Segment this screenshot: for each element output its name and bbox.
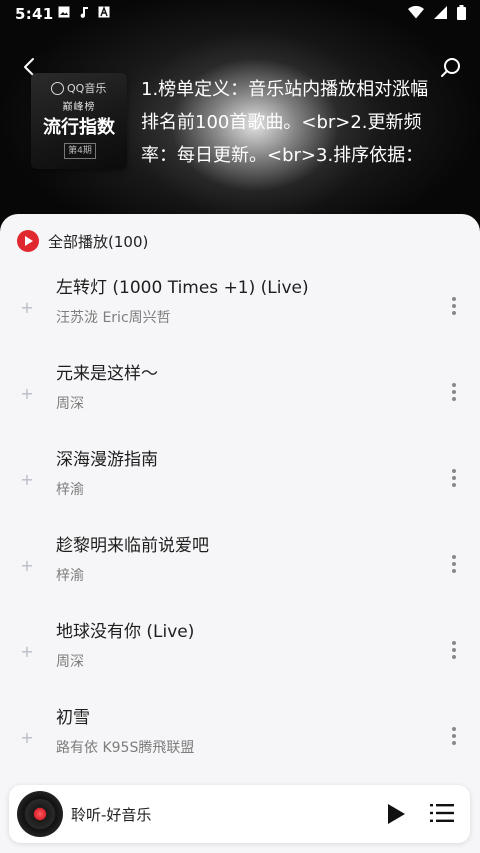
- qq-music-logo-icon: [51, 81, 64, 95]
- song-artist: 周深: [56, 654, 84, 670]
- playlist-description[interactable]: 1.榜单定义：音乐站内播放相对涨幅排名前100首歌曲。<br>2.更新频率：每日…: [141, 73, 441, 172]
- album-disc-icon[interactable]: [17, 791, 63, 837]
- song-title: 地球没有你 (Live): [56, 622, 195, 642]
- song-title: 元来是这样～: [56, 364, 158, 384]
- cover-logo: QQ音乐: [51, 80, 106, 96]
- cover-title: 流行指数: [43, 117, 115, 138]
- add-icon[interactable]: +: [20, 730, 34, 746]
- list-item[interactable]: + 左转灯 (1000 Times +1) (Live) 汪苏泷 Eric周兴哲: [0, 265, 480, 351]
- system-icons: [408, 5, 466, 20]
- add-icon[interactable]: +: [20, 386, 34, 402]
- mini-player[interactable]: 聆听-好音乐: [9, 785, 470, 843]
- list-item[interactable]: + 地球没有你 (Live) 周深: [0, 609, 480, 695]
- song-title: 左转灯 (1000 Times +1) (Live): [56, 278, 309, 298]
- cover-logo-text: QQ音乐: [67, 82, 107, 95]
- more-vertical-icon[interactable]: [444, 380, 464, 404]
- list-item[interactable]: + 元来是这样～ 周深: [0, 351, 480, 437]
- add-icon[interactable]: +: [20, 472, 34, 488]
- song-artist: 梓渝: [56, 482, 84, 498]
- cover-badge: 第4期: [64, 143, 96, 159]
- more-vertical-icon[interactable]: [444, 552, 464, 576]
- add-icon[interactable]: +: [20, 644, 34, 660]
- song-title: 趁黎明来临前说爱吧: [56, 536, 209, 556]
- status-bar: 5:41: [0, 0, 480, 26]
- chevron-left-icon: [24, 58, 34, 76]
- more-vertical-icon[interactable]: [444, 724, 464, 748]
- add-icon[interactable]: +: [20, 558, 34, 574]
- more-vertical-icon[interactable]: [444, 466, 464, 490]
- song-artist: 周深: [56, 396, 84, 412]
- playlist-cover: QQ音乐 巅峰榜 流行指数 第4期: [31, 73, 127, 169]
- song-title: 初雪: [56, 708, 90, 728]
- playlist-icon[interactable]: [430, 802, 454, 824]
- more-vertical-icon[interactable]: [444, 638, 464, 662]
- list-item[interactable]: + 深海漫游指南 梓渝: [0, 437, 480, 523]
- list-item[interactable]: + 趁黎明来临前说爱吧 梓渝: [0, 523, 480, 609]
- a-box-icon: [98, 6, 110, 18]
- play-icon[interactable]: [385, 802, 407, 826]
- add-icon[interactable]: +: [20, 300, 34, 316]
- song-artist: 路有依 K95S腾飛联盟: [56, 740, 195, 756]
- song-artist: 汪苏泷 Eric周兴哲: [56, 310, 171, 326]
- more-vertical-icon[interactable]: [444, 294, 464, 318]
- search-icon: [441, 58, 460, 77]
- play-circle-icon: [17, 230, 39, 252]
- cellular-icon: [434, 6, 447, 19]
- status-time: 5:41: [15, 5, 54, 23]
- cover-subtitle: 巅峰榜: [62, 102, 96, 113]
- song-artist: 梓渝: [56, 568, 84, 584]
- play-all-label: 全部播放(100): [48, 232, 149, 251]
- song-list-panel: 全部播放(100) + 左转灯 (1000 Times +1) (Live) 汪…: [0, 214, 480, 853]
- song-title: 深海漫游指南: [56, 450, 158, 470]
- wifi-icon: [408, 6, 424, 19]
- battery-icon: [457, 5, 466, 20]
- list-item[interactable]: + 初雪 路有依 K95S腾飛联盟: [0, 695, 480, 781]
- mini-player-title: 聆听-好音乐: [71, 806, 152, 824]
- play-all-button[interactable]: 全部播放(100): [17, 230, 148, 252]
- image-icon: [58, 6, 70, 18]
- search-button[interactable]: [438, 55, 464, 81]
- notification-icons: [58, 6, 110, 18]
- music-note-icon: [80, 7, 88, 18]
